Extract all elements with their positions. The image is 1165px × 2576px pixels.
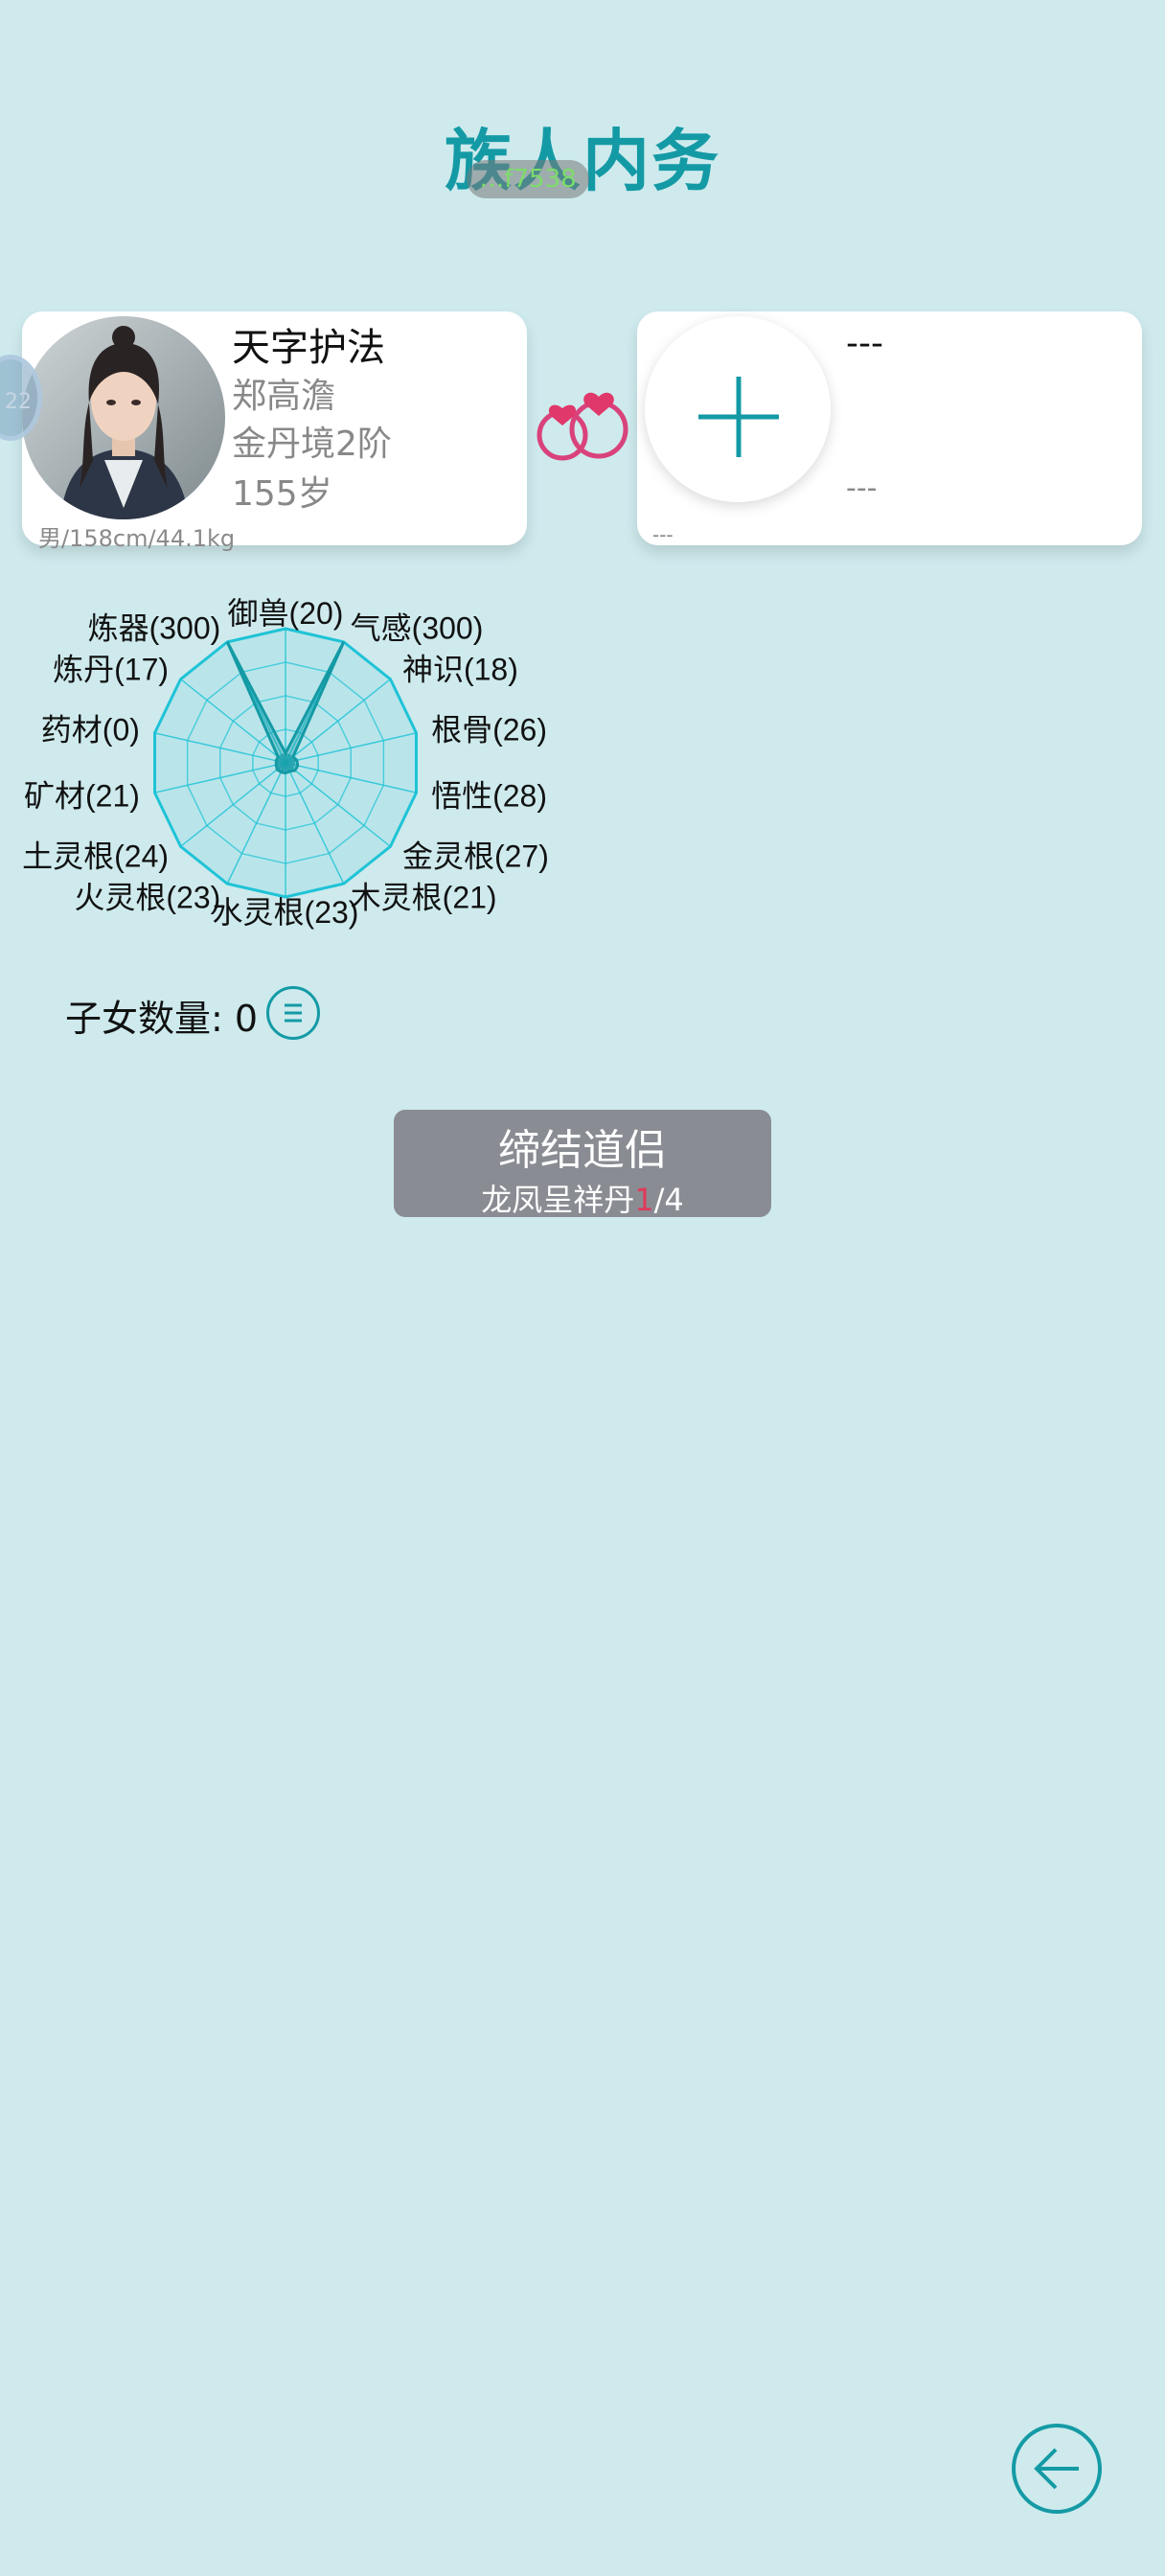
radar-label: 悟性(28) — [431, 779, 547, 814]
partner-body-info: --- — [652, 523, 674, 546]
radar-label: 土灵根(24) — [22, 839, 169, 873]
radar-label: 根骨(26) — [431, 712, 547, 747]
radar-label: 金灵根(27) — [402, 839, 549, 873]
avatar[interactable] — [22, 316, 225, 519]
radar-label: 水灵根(23) — [213, 895, 359, 930]
back-arrow-icon — [1034, 2448, 1079, 2490]
bond-item-current: 1 — [634, 1182, 654, 1218]
member-age: 155岁 — [232, 474, 332, 514]
children-list-button[interactable] — [266, 986, 320, 1040]
bond-item-name: 龙凤呈祥丹 — [481, 1182, 635, 1218]
attribute-radar-chart: 御兽(20) 气感(300) 神识(18) 根骨(26) 悟性(28) 金灵根(27) 木灵… — [22, 596, 549, 930]
list-icon — [285, 1003, 302, 1023]
radar-label: 矿材(21) — [24, 779, 140, 814]
radar-label: 火灵根(23) — [74, 881, 220, 915]
bond-item-total: /4 — [653, 1182, 684, 1218]
bond-button-title: 缔结道侣 — [498, 1126, 667, 1175]
add-partner-button[interactable] — [645, 316, 831, 502]
radar-label: 炼器(300) — [88, 610, 221, 645]
children-count: 子女数量: 0 — [65, 998, 259, 1040]
member-rank: 天字护法 — [232, 326, 385, 370]
plus-icon — [698, 377, 779, 457]
radar-label: 神识(18) — [402, 653, 518, 687]
member-realm: 金丹境2阶 — [232, 425, 392, 464]
rings-icon — [537, 392, 628, 461]
radar-label: 炼丹(17) — [53, 653, 169, 687]
radar-center — [276, 753, 295, 772]
radar-label: 气感(300) — [351, 610, 484, 645]
radar-label: 木灵根(21) — [351, 881, 497, 915]
radar-label: 药材(0) — [41, 712, 140, 747]
member-body-info: 男/158cm/44.1kg — [38, 525, 236, 552]
radar-label: 御兽(20) — [228, 596, 344, 631]
bond-partner-button[interactable]: 缔结道侣 龙凤呈祥丹1/4 — [394, 1110, 771, 1220]
partner-name: --- — [846, 324, 883, 363]
id-pill: …f7538 — [467, 160, 589, 198]
bond-button-cost: 龙凤呈祥丹1/4 — [394, 1176, 771, 1220]
back-button[interactable] — [1012, 2424, 1102, 2514]
member-name: 郑高澹 — [232, 377, 336, 416]
partner-info: --- — [846, 472, 878, 505]
